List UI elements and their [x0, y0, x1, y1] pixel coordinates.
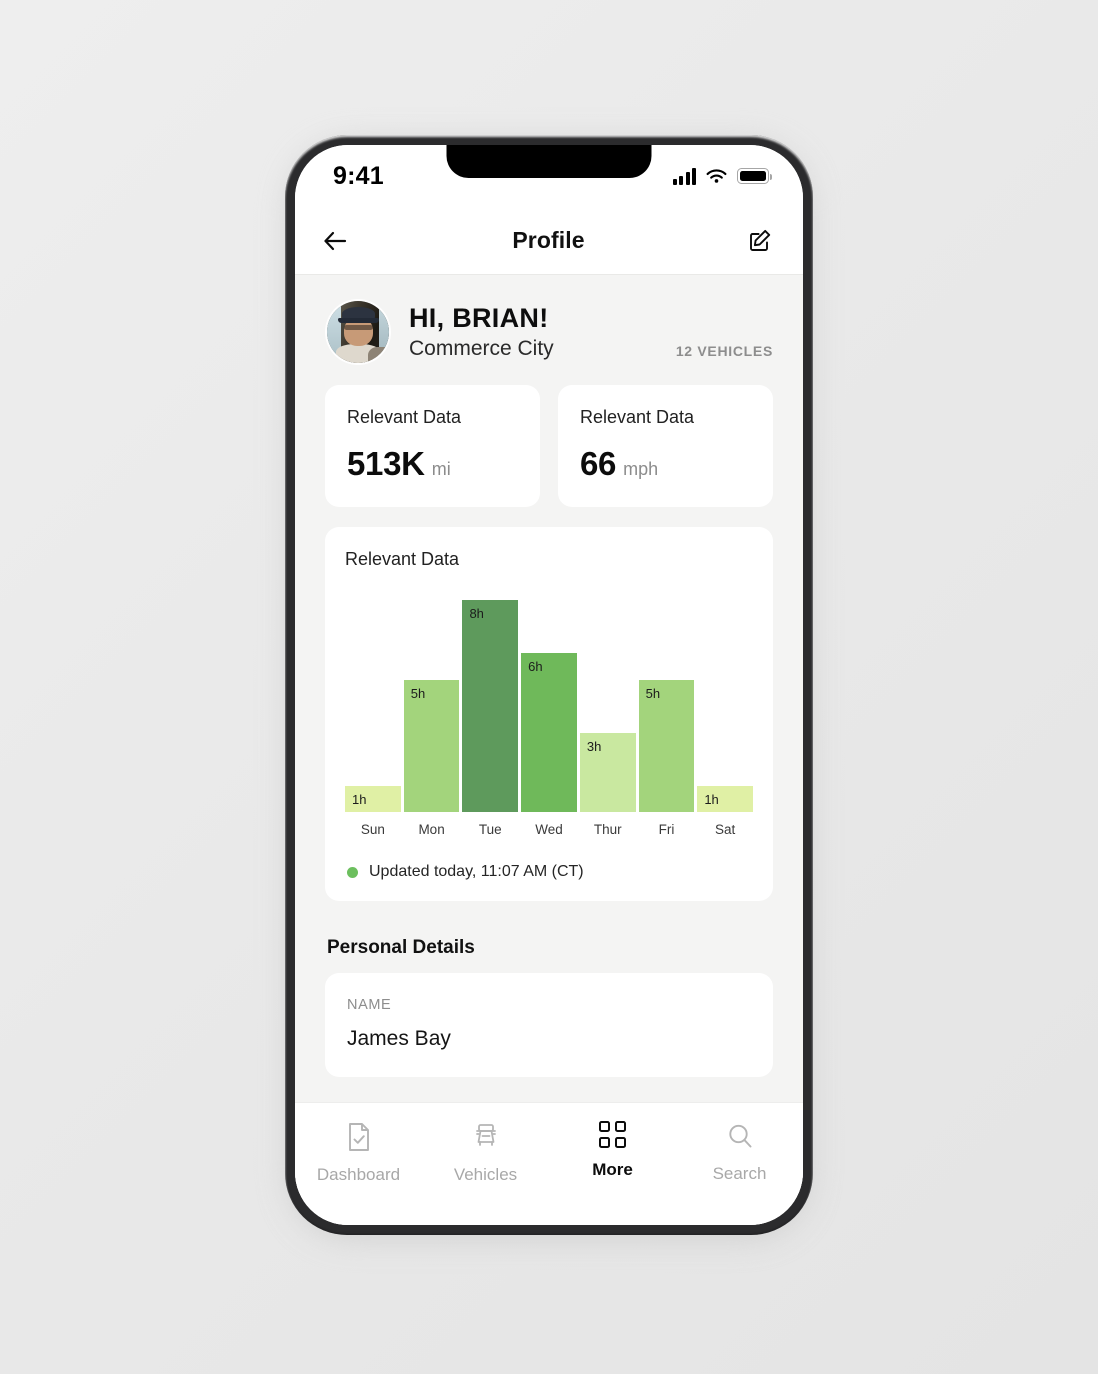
status-icons [672, 167, 772, 185]
screen-content: HI, BRIAN! Commerce City 12 VEHICLES Rel… [295, 275, 803, 1225]
stat-value: 513K [347, 445, 425, 482]
tab-label: More [592, 1160, 633, 1179]
document-check-icon [348, 1123, 369, 1151]
chart-bar-value-label: 3h [586, 738, 602, 754]
bar-column: 3h [579, 600, 636, 812]
chart-x-tick-label: Fri [658, 822, 675, 837]
tab-label: Search [712, 1164, 767, 1183]
bar-column: 8h [462, 600, 519, 812]
chart-bar-value-label: 1h [704, 791, 719, 807]
profile-row: HI, BRIAN! Commerce City 12 VEHICLES [295, 275, 803, 385]
stat-card-distance[interactable]: Relevant Data 513K mi [325, 385, 540, 507]
chart-footer: Updated today, 11:07 AM (CT) [345, 863, 753, 881]
status-time: 9:41 [333, 161, 384, 190]
chart-title: Relevant Data [345, 549, 460, 569]
phone-frame: 9:41 Profile HI, BRIAN! Commerce City 12… [285, 135, 813, 1235]
greeting-block: HI, BRIAN! Commerce City [409, 303, 554, 360]
chart-x-tick-label: Mon [418, 822, 445, 837]
stat-unit: mph [623, 459, 659, 479]
stat-card-speed[interactable]: Relevant Data 66 mph [558, 385, 773, 507]
chart-bar[interactable]: 5h [638, 679, 695, 812]
detail-card-name[interactable]: NAME James Bay [325, 973, 773, 1077]
bar-chart: 1h 5h 8h 6h 3h 5h 1h [345, 600, 754, 812]
stat-unit: mi [431, 459, 451, 479]
bar-column: 5h [638, 600, 695, 812]
edit-pencil-icon[interactable] [748, 228, 773, 253]
phone-screen: 9:41 Profile HI, BRIAN! Commerce City 12… [295, 145, 803, 1225]
bar-column: 1h [697, 600, 754, 812]
chart-x-tick-label: Wed [535, 822, 563, 837]
chart-bar[interactable]: 6h [521, 653, 577, 812]
chart-bar[interactable]: 1h [345, 785, 401, 812]
tab-more[interactable]: More [549, 1121, 676, 1180]
chart-updated-text: Updated today, 11:07 AM (CT) [369, 863, 584, 880]
chart-x-axis: Sun Mon Tue Wed Thur Fri Sat [345, 822, 753, 837]
section-title-personal-details: Personal Details [327, 937, 475, 958]
chart-bar[interactable]: 1h [697, 785, 754, 812]
chart-bar[interactable]: 5h [403, 679, 460, 812]
nav-header: Profile [295, 207, 803, 275]
battery-full-icon [737, 168, 772, 184]
detail-field-key: NAME [347, 997, 392, 1013]
stat-label: Relevant Data [347, 407, 462, 427]
stat-value-row: 66 mph [580, 445, 751, 483]
phone-notch [446, 145, 652, 178]
tab-vehicles[interactable]: Vehicles [422, 1121, 549, 1185]
chart-bar-value-label: 5h [645, 685, 661, 701]
greeting-title: HI, BRIAN! [409, 303, 549, 334]
chart-x-tick-label: Sat [715, 822, 736, 837]
stat-label: Relevant Data [580, 407, 695, 427]
stat-card-row: Relevant Data 513K mi Relevant Data 66 m… [295, 385, 803, 507]
chart-bar-value-label: 6h [528, 659, 543, 674]
user-avatar-photo[interactable] [327, 301, 389, 363]
chart-x-tick-label: Tue [478, 822, 502, 837]
grid-squares-icon [599, 1121, 626, 1148]
page-title: Profile [512, 227, 585, 253]
chart-x-tick-label: Sun [360, 822, 385, 837]
chart-card: Relevant Data 1h 5h 8h 6h 3h 5h 1h Sun Mon Tue We… [325, 527, 773, 901]
bar-column: 1h [345, 600, 401, 812]
signal-bars-icon [672, 167, 696, 185]
truck-icon [475, 1124, 496, 1146]
chart-bar-value-label: 8h [469, 606, 484, 621]
chart-bar[interactable]: 8h [462, 600, 519, 812]
chart-bar[interactable]: 3h [579, 732, 636, 812]
magnifier-icon [728, 1124, 751, 1148]
chart-x-tick-label: Thur [593, 822, 622, 837]
tab-label: Vehicles [453, 1165, 518, 1184]
chart-bar-value-label: 1h [352, 791, 367, 807]
chart-bar-value-label: 5h [410, 685, 426, 701]
stat-value: 66 [580, 445, 617, 482]
bar-column: 5h [403, 600, 460, 812]
vehicle-count-badge: 12 VEHICLES [675, 343, 773, 359]
bottom-tab-bar: Dashboard Vehicles More Search [295, 1102, 803, 1225]
bar-column: 6h [521, 600, 577, 812]
stat-value-row: 513K mi [347, 445, 518, 483]
tab-dashboard[interactable]: Dashboard [295, 1121, 422, 1185]
tab-search[interactable]: Search [676, 1121, 803, 1184]
status-dot-icon [347, 866, 358, 878]
tab-label: Dashboard [316, 1165, 401, 1184]
profile-location: Commerce City [409, 336, 554, 360]
detail-field-value: James Bay [347, 1027, 451, 1050]
back-arrow-icon[interactable] [323, 230, 349, 252]
wifi-icon [706, 168, 727, 183]
